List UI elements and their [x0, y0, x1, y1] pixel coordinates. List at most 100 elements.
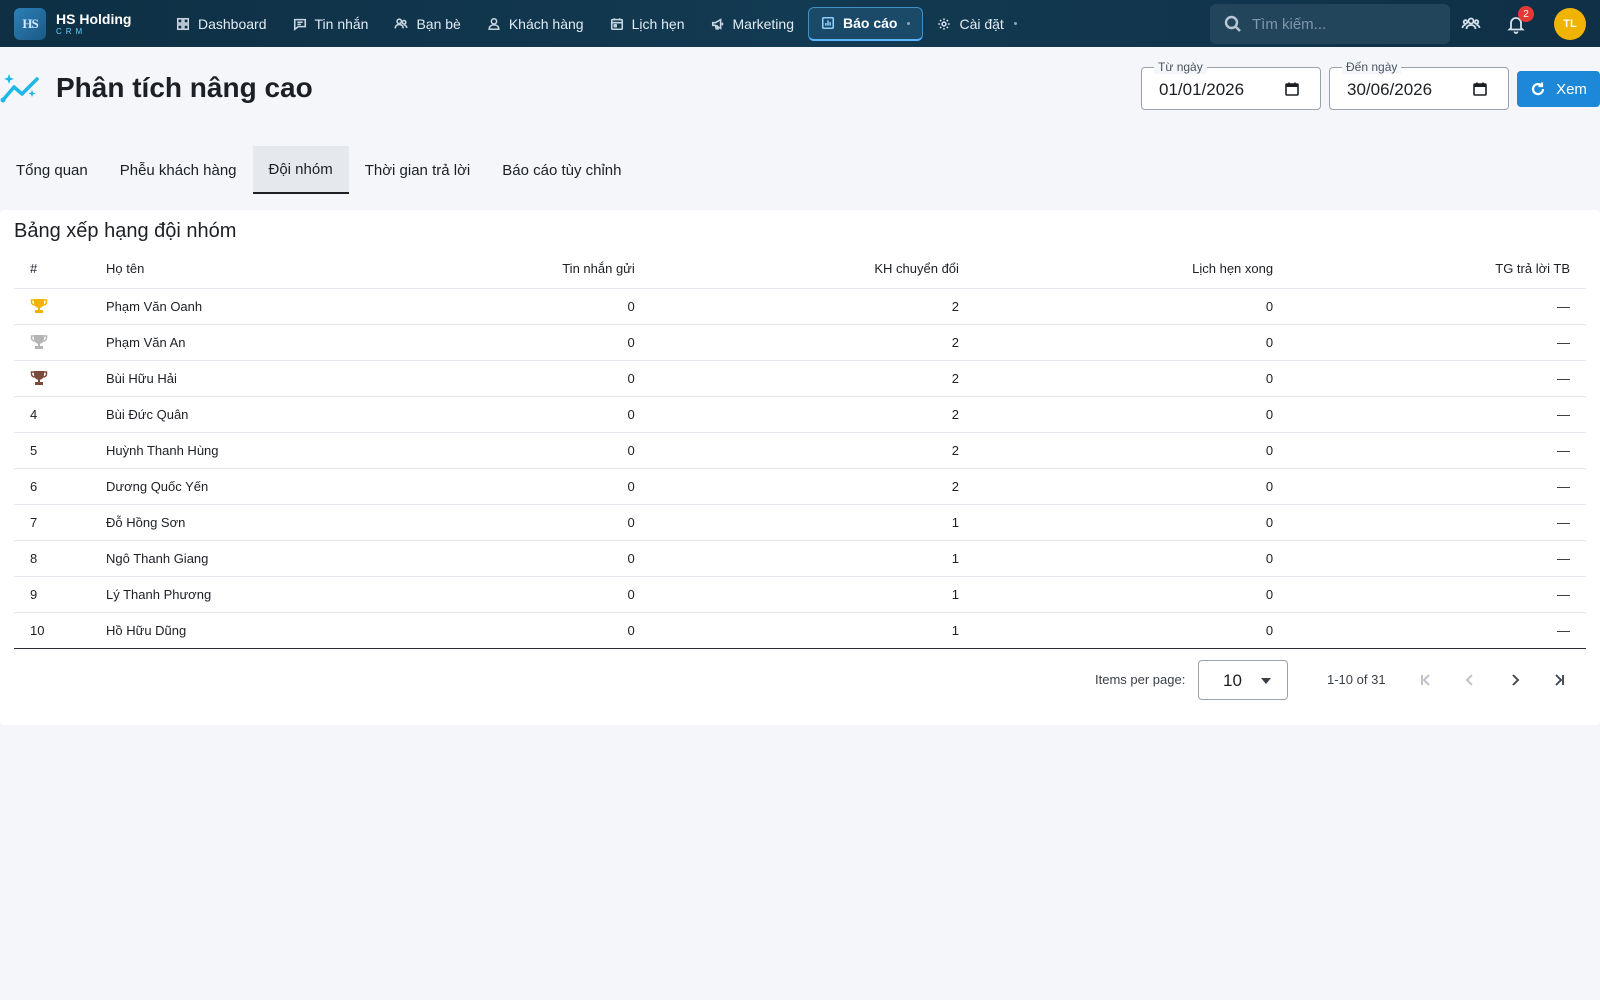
member-name: Bùi Đức Quân: [90, 396, 360, 433]
avg-response-time: —: [1289, 576, 1586, 613]
table-row[interactable]: 10 Hồ Hữu Dũng 0 1 0 —: [14, 612, 1586, 649]
megaphone-icon: [711, 17, 723, 30]
avg-response-time: —: [1289, 360, 1586, 397]
to-date-label: Đến ngày: [1342, 60, 1402, 74]
customer-icon: [488, 17, 500, 30]
messages-sent: 0: [360, 540, 651, 577]
customers-converted: 1: [650, 504, 975, 541]
column-header-name[interactable]: Họ tên: [90, 250, 360, 289]
tab-custom-report[interactable]: Báo cáo tùy chỉnh: [486, 146, 637, 194]
appointments-done: 0: [974, 288, 1290, 325]
to-date-field[interactable]: Đến ngày 30/06/2026: [1329, 60, 1509, 110]
rank-number: 10: [14, 612, 90, 649]
table-row[interactable]: Phạm Văn Oanh 0 2 0 —: [14, 288, 1586, 325]
tab-team[interactable]: Đội nhóm: [252, 146, 349, 194]
tab-response-time[interactable]: Thời gian trả lời: [349, 146, 487, 194]
leaderboard-title: Bảng xếp hạng đội nhóm: [14, 220, 237, 242]
search-icon: [1224, 15, 1241, 32]
member-name: Phạm Văn Oanh: [90, 288, 360, 325]
calendar-icon[interactable]: [1284, 81, 1300, 97]
leaderboard-card: Bảng xếp hạng đội nhóm # Họ tên Tin nhắn…: [0, 210, 1600, 725]
appointments-done: 0: [974, 540, 1290, 577]
table-row[interactable]: 8 Ngô Thanh Giang 0 1 0 —: [14, 540, 1586, 577]
nav-label: Lịch hẹn: [631, 15, 685, 32]
to-date-value[interactable]: 30/06/2026: [1347, 80, 1432, 100]
table-row[interactable]: 7 Đỗ Hồng Sơn 0 1 0 —: [14, 504, 1586, 541]
search-box[interactable]: [1210, 4, 1450, 44]
nav-reports[interactable]: Báo cáo: [807, 6, 924, 41]
member-name: Huỳnh Thanh Hùng: [90, 432, 360, 469]
calendar-icon[interactable]: [1472, 81, 1488, 97]
from-date-field[interactable]: Từ ngày 01/01/2026: [1141, 60, 1321, 110]
nav-friends[interactable]: Bạn bè: [382, 7, 472, 41]
previous-page-button[interactable]: [1458, 668, 1482, 692]
view-button[interactable]: Xem: [1517, 71, 1600, 107]
nav-appointments[interactable]: Lịch hẹn: [598, 7, 697, 41]
nav-label: Dashboard: [198, 15, 267, 32]
table-row[interactable]: Bùi Hữu Hải 0 2 0 —: [14, 360, 1586, 397]
column-header-response-time[interactable]: TG trả lời TB: [1289, 250, 1586, 289]
messages-sent: 0: [360, 432, 651, 469]
column-header-converted[interactable]: KH chuyển đổi: [650, 250, 975, 289]
silver-trophy-icon: [30, 335, 48, 349]
tab-overview[interactable]: Tổng quan: [0, 146, 104, 194]
avg-response-time: —: [1289, 288, 1586, 325]
brand[interactable]: HS HS Holding CRM: [14, 7, 164, 40]
avg-response-time: —: [1289, 468, 1586, 505]
bronze-trophy-icon: [30, 371, 48, 385]
messages-sent: 0: [360, 396, 651, 433]
next-page-button[interactable]: [1503, 668, 1527, 692]
nav-marketing[interactable]: Marketing: [699, 7, 806, 41]
calendar-icon: [610, 17, 623, 30]
nav-customers[interactable]: Khách hàng: [475, 7, 596, 41]
member-name: Bùi Hữu Hải: [90, 360, 360, 397]
brand-name: HS Holding: [56, 10, 132, 27]
rank-number: 6: [14, 468, 90, 505]
refresh-icon: [1532, 82, 1545, 96]
messages-sent: 0: [360, 324, 651, 361]
items-per-page-select[interactable]: 10: [1198, 660, 1288, 700]
customers-converted: 2: [650, 396, 975, 433]
first-page-button[interactable]: [1414, 668, 1438, 692]
customers-converted: 1: [650, 612, 975, 649]
nav-dot: [1013, 22, 1017, 25]
brand-sub: CRM: [56, 26, 87, 36]
page-header: Phân tích nâng cao: [0, 70, 313, 106]
search-input[interactable]: [1252, 15, 1442, 33]
appointments-done: 0: [974, 360, 1290, 397]
customers-converted: 2: [650, 288, 975, 325]
table-row[interactable]: 9 Lý Thanh Phương 0 1 0 —: [14, 576, 1586, 613]
column-header-rank[interactable]: #: [14, 250, 90, 289]
messages-sent: 0: [360, 504, 651, 541]
table-row[interactable]: 4 Bùi Đức Quân 0 2 0 —: [14, 396, 1586, 433]
table-row[interactable]: 6 Dương Quốc Yến 0 2 0 —: [14, 468, 1586, 505]
member-name: Hồ Hữu Dũng: [90, 612, 360, 649]
avg-response-time: —: [1289, 540, 1586, 577]
column-header-messages[interactable]: Tin nhắn gửi: [360, 250, 651, 289]
nav-dashboard[interactable]: Dashboard: [164, 7, 279, 41]
team-button[interactable]: [1459, 12, 1483, 36]
table-row[interactable]: Phạm Văn An 0 2 0 —: [14, 324, 1586, 361]
leaderboard-table: # Họ tên Tin nhắn gửi KH chuyển đổi Lịch…: [14, 250, 1586, 649]
customers-converted: 2: [650, 468, 975, 505]
user-avatar[interactable]: TL: [1554, 8, 1586, 40]
table-header-row: # Họ tên Tin nhắn gửi KH chuyển đổi Lịch…: [14, 250, 1586, 289]
gold-trophy-icon: [30, 299, 48, 313]
column-header-appointments[interactable]: Lịch hẹn xong: [974, 250, 1290, 289]
appointments-done: 0: [974, 396, 1290, 433]
grid-icon: [176, 17, 190, 30]
pagination-range: 1-10 of 31: [1327, 672, 1386, 687]
messages-sent: 0: [360, 288, 651, 325]
table-row[interactable]: 5 Huỳnh Thanh Hùng 0 2 0 —: [14, 432, 1586, 469]
tab-funnel[interactable]: Phễu khách hàng: [104, 146, 253, 194]
notifications-button[interactable]: 2: [1504, 6, 1534, 36]
messages-sent: 0: [360, 612, 651, 649]
from-date-value[interactable]: 01/01/2026: [1159, 80, 1244, 100]
nav-messages[interactable]: Tin nhắn: [281, 7, 381, 41]
last-page-button[interactable]: [1547, 668, 1571, 692]
messages-sent: 0: [360, 468, 651, 505]
appointments-done: 0: [974, 432, 1290, 469]
nav-settings[interactable]: Cài đặt: [925, 7, 1028, 41]
appointments-done: 0: [974, 612, 1290, 649]
appointments-done: 0: [974, 324, 1290, 361]
